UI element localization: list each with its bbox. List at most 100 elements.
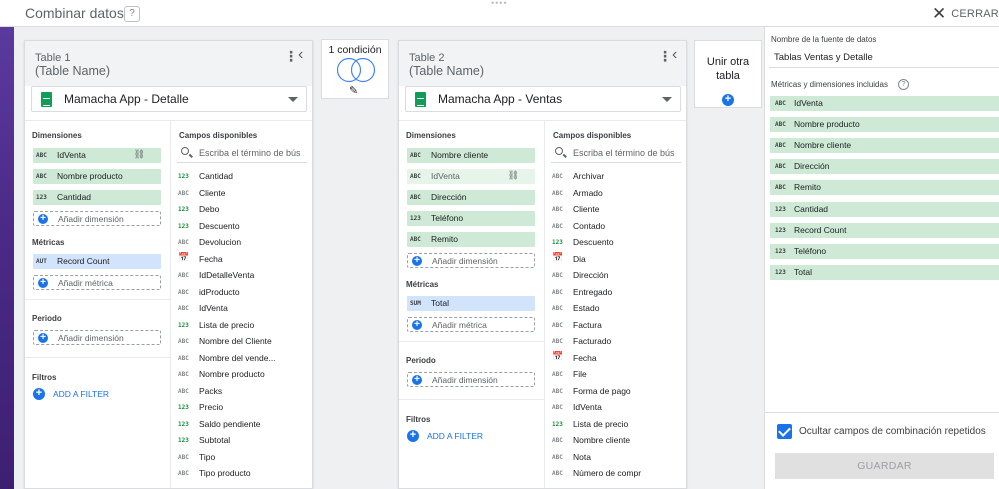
available-field-cliente[interactable]: ABC Cliente	[175, 186, 310, 201]
field-label: Debo	[199, 204, 220, 214]
included-field-remito[interactable]: ABC Remito	[770, 180, 999, 196]
field-label: IdVenta	[794, 98, 823, 108]
close-button[interactable]: ✕ CERRAR	[932, 5, 999, 22]
available-field-nombre-cliente[interactable]: ABC Nombre cliente	[549, 433, 684, 448]
dimension-chip-idventa[interactable]: ABC IdVenta ⛓	[407, 169, 535, 184]
add-period-dimension-button[interactable]: + Añadir dimensión	[407, 372, 535, 387]
field-label: IdVenta	[199, 303, 228, 313]
table-name-placeholder[interactable]: (Table Name)	[35, 64, 110, 78]
text-type-icon: ABC	[552, 189, 563, 197]
dimension-chip-nombre-producto[interactable]: ABC Nombre producto	[33, 169, 161, 184]
add-dimension-button[interactable]: + Añadir dimensión	[33, 211, 161, 226]
datasource-name-input[interactable]: Tablas Ventas y Detalle	[774, 52, 873, 63]
available-field-debo[interactable]: 123 Debo	[175, 202, 310, 217]
available-field-iddetalleventa[interactable]: ABC IdDetalleVenta	[175, 268, 310, 283]
dimension-chip-telefono[interactable]: 123 Teléfono	[407, 211, 535, 226]
search-input[interactable]	[199, 146, 303, 160]
available-field-saldo-pendiente[interactable]: 123 Saldo pendiente	[175, 417, 310, 432]
collapse-chevron-icon[interactable]: ‹	[672, 46, 677, 64]
available-field-descuento[interactable]: 123 Descuento	[549, 235, 684, 250]
drag-handle-icon[interactable]: ••••	[491, 0, 508, 8]
text-type-icon: ABC	[552, 338, 563, 345]
available-field-factura[interactable]: ABC Factura	[549, 318, 684, 333]
metric-chip-record-count[interactable]: AUT Record Count	[33, 254, 161, 269]
desktop-wallpaper	[0, 26, 14, 489]
add-metric-button[interactable]: + Añadir métrica	[407, 317, 535, 332]
help-icon[interactable]: ?	[124, 6, 140, 22]
available-field-idproducto[interactable]: ABC idProducto	[175, 285, 310, 300]
available-field-direccion[interactable]: ABC Dirección	[549, 268, 684, 283]
available-field-tipo-producto[interactable]: ABC Tipo producto	[175, 466, 310, 481]
available-field-nombre-producto[interactable]: ABC Nombre producto	[175, 367, 310, 382]
available-field-file[interactable]: ABC File	[549, 367, 684, 382]
more-options-icon[interactable]: ⋮	[658, 48, 672, 65]
text-type-icon: ABC	[552, 470, 563, 477]
available-field-fecha[interactable]: 📅 Fecha	[549, 351, 684, 366]
available-field-precio[interactable]: 123 Precio	[175, 400, 310, 415]
included-field-record-count[interactable]: 123 Record Count	[770, 222, 999, 238]
data-source-select[interactable]: Mamacha App - Ventas	[405, 86, 681, 112]
available-field-idventa[interactable]: ABC IdVenta	[549, 400, 684, 415]
available-field-cliente[interactable]: ABC Cliente	[549, 202, 684, 217]
add-period-dimension-button[interactable]: + Añadir dimensión	[33, 330, 161, 345]
available-field-lista-de-precio[interactable]: 123 Lista de precio	[175, 318, 310, 333]
available-field-packs[interactable]: ABC Packs	[175, 384, 310, 399]
included-field-nombre-cliente[interactable]: ABC Nombre cliente	[770, 138, 999, 154]
available-field-fecha[interactable]: 📅 Fecha	[175, 252, 310, 267]
plus-icon: +	[38, 214, 48, 224]
available-field-contado[interactable]: ABC Contado	[549, 219, 684, 234]
help-icon[interactable]: ?	[898, 79, 909, 90]
available-field-entregado[interactable]: ABC Entregado	[549, 285, 684, 300]
available-field-forma-de-pago[interactable]: ABC Forma de pago	[549, 384, 684, 399]
dimension-chip-cantidad[interactable]: 123 Cantidad	[33, 190, 161, 205]
available-field-facturado[interactable]: ABC Facturado	[549, 334, 684, 349]
included-field-direccion[interactable]: ABC Dirección	[770, 159, 999, 175]
included-field-telefono[interactable]: 123 Teléfono	[770, 243, 999, 259]
dimension-chip-idventa[interactable]: ABC IdVenta ⛓	[33, 148, 161, 163]
available-field-descuento[interactable]: 123 Descuento	[175, 219, 310, 234]
data-source-select[interactable]: Mamacha App - Detalle	[31, 86, 307, 112]
available-field-archivar[interactable]: ABC Archivar	[549, 169, 684, 184]
table-name-placeholder[interactable]: (Table Name)	[409, 64, 484, 78]
save-button[interactable]: GUARDAR	[775, 453, 994, 479]
available-field-nombre-del-cliente[interactable]: ABC Nombre del Cliente	[175, 334, 310, 349]
join-another-table-button[interactable]: Unir otra tabla +	[694, 40, 762, 108]
available-field-subtotal[interactable]: 123 Subtotal	[175, 433, 310, 448]
hide-repeated-checkbox[interactable]	[777, 424, 792, 439]
available-field-nombre-del-vende[interactable]: ABC Nombre del vende...	[175, 351, 310, 366]
metric-chip-total[interactable]: SUM Total	[407, 296, 535, 311]
collapse-chevron-icon[interactable]: ‹	[298, 46, 303, 64]
available-field-cantidad[interactable]: 123 Cantidad	[175, 169, 310, 184]
more-options-icon[interactable]: ⋮	[284, 48, 298, 65]
dimension-chip-nombre-cliente[interactable]: ABC Nombre cliente	[407, 148, 535, 163]
add-metric-button[interactable]: + Añadir métrica	[33, 275, 161, 290]
available-field-estado[interactable]: ABC Estado	[549, 301, 684, 316]
included-field-idventa[interactable]: ABC IdVenta	[770, 96, 999, 111]
available-field-tipo[interactable]: ABC Tipo	[175, 450, 310, 465]
search-input[interactable]	[573, 146, 677, 160]
field-label: Forma de pago	[573, 385, 631, 396]
plus-icon: +	[412, 256, 422, 266]
available-field-dia[interactable]: 📅 Dia	[549, 252, 684, 267]
dimension-chip-remito[interactable]: ABC Remito	[407, 232, 535, 247]
add-filter-button[interactable]: + ADD A FILTER	[33, 388, 109, 400]
dimension-chip-direccion[interactable]: ABC Dirección	[407, 190, 535, 205]
add-dimension-button[interactable]: + Añadir dimensión	[407, 253, 535, 268]
available-field-numero-de-compr[interactable]: ABC Número de compr	[549, 466, 684, 481]
available-field-nota[interactable]: ABC Nota	[549, 450, 684, 465]
field-label: Armado	[573, 187, 603, 198]
available-field-lista-de-precio[interactable]: 123 Lista de precio	[549, 417, 684, 432]
plus-icon: +	[38, 278, 48, 288]
text-type-icon: ABC	[410, 236, 421, 243]
available-field-armado[interactable]: ABC Armado	[549, 186, 684, 201]
chip-label: Cantidad	[57, 192, 92, 202]
included-field-cantidad[interactable]: 123 Cantidad	[770, 201, 999, 217]
number-type-icon: 123	[178, 173, 189, 180]
join-condition-button[interactable]: 1 condición ✎	[321, 39, 389, 99]
available-field-devolucion[interactable]: ABC Devolucion	[175, 235, 310, 250]
available-field-idventa[interactable]: ABC IdVenta	[175, 301, 310, 316]
included-field-total[interactable]: 123 Total	[770, 264, 999, 280]
add-filter-button[interactable]: + ADD A FILTER	[407, 430, 483, 442]
included-fields-label: Métricas y dimensiones incluidas	[771, 80, 888, 89]
included-field-nombre-producto[interactable]: ABC Nombre producto	[770, 117, 999, 133]
